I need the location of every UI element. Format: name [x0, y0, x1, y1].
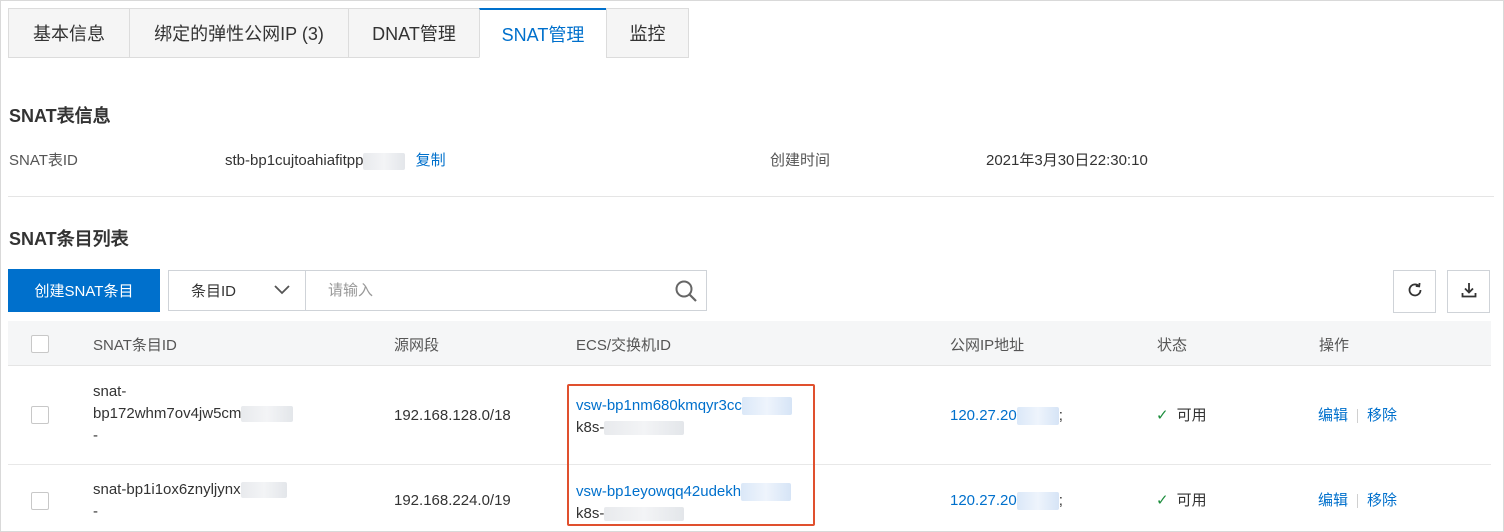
remove-link[interactable]: 移除: [1367, 407, 1397, 424]
filter-select[interactable]: 条目ID: [168, 270, 306, 311]
vswitch-line: vsw-bp1nm680kmqyr3cc: [576, 395, 792, 417]
copy-link[interactable]: 复制: [416, 152, 446, 169]
row-divider: [8, 464, 1491, 465]
snat-id-text: stb-bp1cujtoahiafitpp: [225, 152, 364, 169]
filter-select-value: 条目ID: [191, 283, 237, 300]
actions-cell: 编辑 移除: [1318, 490, 1397, 512]
entry-id-line: -: [93, 503, 98, 520]
entry-id-line: snat-bp1i1ox6znyljynx: [93, 479, 287, 501]
public-ip-link[interactable]: 120.27.20: [950, 407, 1017, 424]
vswitch-cell: vsw-bp1eyowqq42udekh k8s-: [576, 481, 792, 525]
redacted-block: [741, 483, 792, 502]
chevron-down-icon: [273, 283, 291, 301]
public-ip-link[interactable]: 120.27.20: [950, 492, 1017, 509]
column-header: 源网段: [394, 337, 440, 354]
redacted-block: [741, 397, 792, 416]
redacted-block: [604, 421, 685, 436]
action-separator: [1357, 409, 1359, 424]
vswitch-cell: vsw-bp1nm680kmqyr3cc k8s-: [576, 395, 792, 439]
entry-id-text: snat-bp1i1ox6znyljynx: [93, 481, 241, 498]
remove-link[interactable]: 移除: [1367, 492, 1397, 509]
actions-cell: 编辑 移除: [1318, 405, 1397, 427]
refresh-button[interactable]: [1393, 270, 1436, 313]
table-header: SNAT条目ID 源网段 ECS/交换机ID 公网IP地址 状态 操作: [8, 321, 1491, 366]
vswitch-name: k8s-: [576, 419, 605, 436]
tab-bound-eip[interactable]: 绑定的弹性公网IP (3): [129, 8, 348, 58]
select-all-checkbox[interactable]: [31, 335, 49, 353]
column-header: SNAT条目ID: [93, 337, 177, 354]
action-separator: [1357, 494, 1359, 509]
entry-id-line: snat-: [93, 383, 127, 400]
refresh-icon: [1406, 281, 1424, 302]
tab-basic-info[interactable]: 基本信息: [8, 8, 129, 58]
entry-id-line: bp172whm7ov4jw5cm: [93, 403, 294, 425]
snat-id-label: SNAT表ID: [9, 152, 78, 169]
source-cidr: 192.168.128.0/18: [394, 407, 511, 424]
redacted-block: [1016, 492, 1059, 511]
vswitch-line: k8s-: [576, 503, 791, 525]
entry-id-line: -: [93, 427, 98, 444]
edit-link[interactable]: 编辑: [1318, 407, 1348, 424]
create-snat-entry-button[interactable]: 创建SNAT条目: [8, 269, 160, 312]
created-time-label: 创建时间: [770, 152, 831, 169]
public-ip: 120.27.20;: [950, 490, 1063, 512]
column-header: 操作: [1319, 337, 1350, 354]
edit-link[interactable]: 编辑: [1318, 492, 1348, 509]
check-icon: ✓: [1156, 492, 1169, 509]
snat-entries-title: SNAT条目列表: [9, 229, 129, 249]
search-icon[interactable]: [666, 271, 706, 310]
check-icon: ✓: [1156, 407, 1169, 424]
public-ip-suffix: ;: [1058, 492, 1063, 509]
redacted-block: [240, 482, 287, 499]
column-header: ECS/交换机ID: [576, 337, 672, 354]
redacted-block: [604, 507, 685, 522]
column-header: 公网IP地址: [950, 337, 1025, 354]
search-input[interactable]: [306, 271, 666, 310]
status-text: 可用: [1176, 492, 1207, 509]
status-text: 可用: [1176, 407, 1207, 424]
divider: [8, 196, 1494, 197]
public-ip: 120.27.20;: [950, 405, 1063, 427]
redacted-block: [1016, 407, 1059, 426]
tab-monitor[interactable]: 监控: [606, 8, 689, 58]
search-box: [305, 270, 707, 311]
snat-info-title: SNAT表信息: [9, 106, 111, 126]
redacted-block: [241, 406, 294, 423]
column-header: 状态: [1157, 337, 1188, 354]
created-time-value: 2021年3月30日22:30:10: [986, 152, 1148, 169]
source-cidr: 192.168.224.0/19: [394, 492, 511, 509]
entry-id: snat- bp172whm7ov4jw5cm -: [93, 381, 294, 447]
tab-bar: 基本信息 绑定的弹性公网IP (3) DNAT管理 SNAT管理 监控: [8, 8, 689, 58]
redacted-block: [363, 152, 406, 170]
entry-id-text: bp172whm7ov4jw5cm: [93, 405, 242, 422]
entry-id: snat-bp1i1ox6znyljynx -: [93, 479, 287, 523]
tab-dnat[interactable]: DNAT管理: [348, 8, 479, 58]
status-cell: ✓ 可用: [1156, 405, 1207, 427]
tab-snat[interactable]: SNAT管理: [479, 8, 606, 58]
vswitch-line: vsw-bp1eyowqq42udekh: [576, 481, 792, 503]
vswitch-link[interactable]: vsw-bp1eyowqq42udekh: [576, 483, 741, 500]
vswitch-link[interactable]: vsw-bp1nm680kmqyr3cc: [576, 397, 742, 414]
download-icon: [1460, 281, 1478, 302]
row-checkbox[interactable]: [31, 492, 49, 510]
download-button[interactable]: [1447, 270, 1490, 313]
vswitch-line: k8s-: [576, 417, 792, 439]
row-checkbox[interactable]: [31, 406, 49, 424]
public-ip-suffix: ;: [1058, 407, 1063, 424]
page-frame: [0, 0, 1504, 532]
snat-id-value: stb-bp1cujtoahiafitpp 复制: [225, 149, 446, 170]
vswitch-name: k8s-: [576, 505, 605, 522]
status-cell: ✓ 可用: [1156, 490, 1207, 512]
